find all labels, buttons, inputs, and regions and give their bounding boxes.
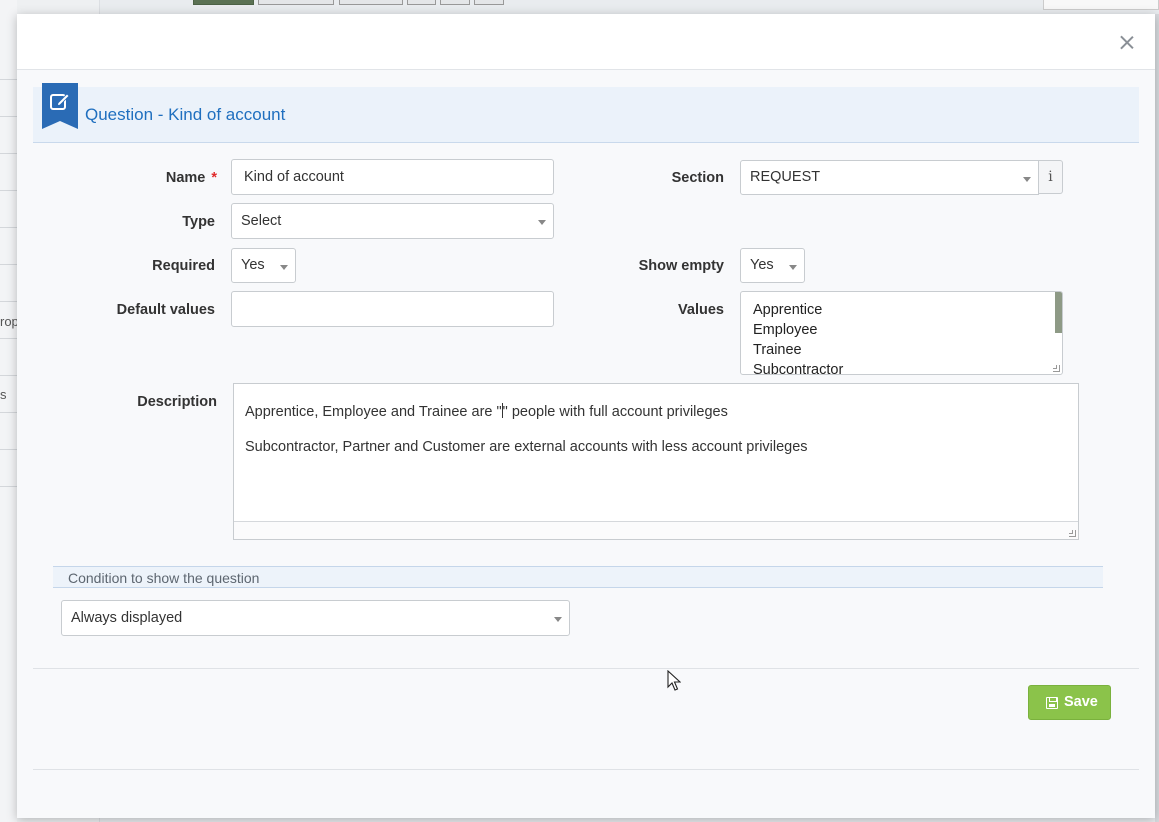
values-line: Subcontractor (753, 362, 844, 375)
section-info-button[interactable]: i (1039, 160, 1063, 194)
modal-title: Question - Kind of account (85, 105, 286, 124)
values-scrollbar[interactable] (1055, 292, 1062, 333)
floppy-icon (1046, 697, 1058, 709)
show-empty-select[interactable]: Yes (740, 248, 805, 283)
background-toolbar-button (258, 0, 334, 5)
resize-handle-icon[interactable] (1069, 530, 1076, 537)
background-toolbar-button (193, 0, 254, 5)
footer-divider (33, 668, 1139, 669)
background-divider (0, 301, 17, 302)
condition-select-value: Always displayed (71, 610, 183, 626)
background-toolbar-button (440, 0, 470, 5)
description-line: Apprentice, Employee and Trainee are "" … (245, 403, 728, 420)
name-label: Name * (137, 170, 217, 186)
values-label: Values (678, 302, 724, 318)
required-star: * (211, 170, 217, 186)
bottom-divider (33, 769, 1139, 770)
chevron-down-icon (1023, 177, 1031, 182)
background-divider (0, 338, 17, 339)
values-line: Employee (753, 322, 818, 338)
required-select-value: Yes (241, 257, 265, 273)
default-values-label: Default values (116, 302, 215, 318)
background-divider (0, 486, 17, 487)
background-divider (0, 190, 17, 191)
name-label-text: Name (165, 170, 206, 186)
name-input[interactable] (231, 159, 554, 195)
required-label: Required (152, 258, 215, 274)
edit-icon (42, 83, 78, 129)
background-text: s (0, 387, 7, 402)
question-modal: Question - Kind of account Name * Type Se… (17, 14, 1155, 818)
background-scrollbar (1155, 14, 1159, 822)
background-divider (0, 153, 17, 154)
description-editor[interactable]: Apprentice, Employee and Trainee are "" … (233, 383, 1079, 540)
condition-section-header: Condition to show the question (53, 566, 1103, 588)
background-divider (0, 264, 17, 265)
values-line: Trainee (753, 342, 802, 358)
background-search-box (1043, 0, 1159, 10)
section-label: Section (671, 170, 724, 186)
background-divider (0, 79, 17, 80)
resize-handle-icon[interactable] (1053, 365, 1060, 372)
section-select-value: REQUEST (750, 169, 821, 185)
background-divider (0, 375, 17, 376)
save-button-label: Save (1064, 694, 1098, 710)
background-sidebar (0, 0, 17, 822)
background-toolbar-button (339, 0, 403, 5)
chevron-down-icon (554, 617, 562, 622)
background-divider (0, 116, 17, 117)
save-button[interactable]: Save (1028, 685, 1111, 720)
type-label: Type (182, 214, 215, 230)
mouse-pointer-icon (667, 670, 681, 691)
background-toolbar-button (474, 0, 504, 5)
background-toolbar-button (407, 0, 436, 5)
chevron-down-icon (280, 265, 288, 270)
description-label: Description (137, 394, 217, 410)
section-select[interactable]: REQUEST (740, 160, 1039, 195)
values-line: Apprentice (753, 302, 823, 318)
background-divider (0, 412, 17, 413)
chevron-down-icon (789, 265, 797, 270)
description-text: " people with full account privileges (502, 404, 728, 420)
condition-select[interactable]: Always displayed (61, 600, 570, 636)
modal-topbar (17, 14, 1155, 70)
type-select-value: Select (241, 213, 282, 229)
condition-heading: Condition to show the question (68, 570, 260, 586)
description-text: Apprentice, Employee and Trainee are " (245, 404, 502, 420)
type-select[interactable]: Select (231, 203, 554, 239)
default-values-input[interactable] (231, 291, 554, 327)
show-empty-select-value: Yes (750, 257, 774, 273)
required-select[interactable]: Yes (231, 248, 296, 283)
editor-statusbar (234, 521, 1078, 539)
background-divider (0, 449, 17, 450)
show-empty-label: Show empty (638, 258, 724, 274)
background-divider (0, 227, 17, 228)
background-text: rop (0, 314, 19, 329)
chevron-down-icon (538, 220, 546, 225)
values-textarea[interactable]: Apprentice Employee Trainee Subcontracto… (740, 291, 1063, 375)
description-line: Subcontractor, Partner and Customer are … (245, 439, 808, 455)
close-icon[interactable] (1118, 33, 1136, 51)
